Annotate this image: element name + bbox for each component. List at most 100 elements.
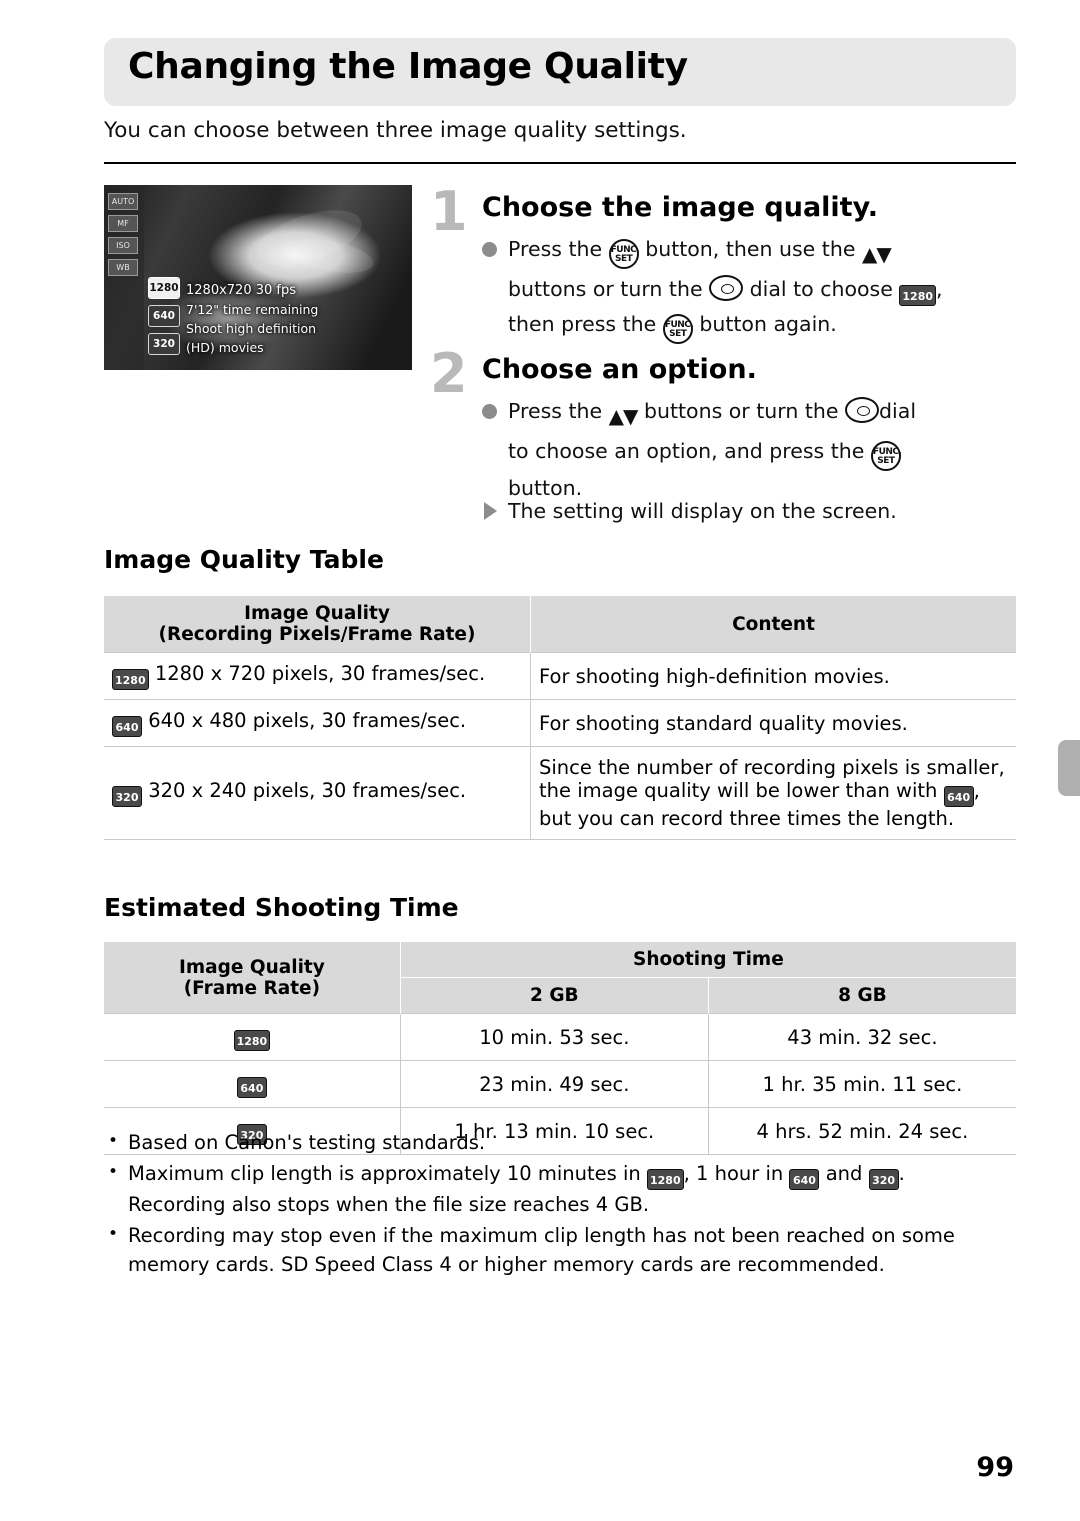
step-1-heading: Choose the image quality. [482,192,878,223]
side-icon-iso: ISO [108,237,138,254]
badge-640-icon: 640 [943,786,974,807]
badge-1280-icon: 1280 [647,1169,684,1190]
col-header-line1: Image Quality [244,603,390,624]
note-item: Recording may stop even if the maximum c… [104,1220,1024,1279]
quality-cell: 640 [104,1060,401,1108]
image-quality-table-heading: Image Quality Table [104,545,384,574]
up-down-buttons-icon: ▲▼ [861,242,892,266]
badge-640-icon: 640 [236,1077,267,1098]
quality-cell: 320 320 x 240 pixels, 30 frames/sec. [104,746,531,840]
screen-side-icons: AUTO MF ISO WB [108,193,140,276]
step-2-body: Press the ▲▼ buttons or turn the dial to… [508,394,1038,506]
col-shooting-time-header: Shooting Time [399,942,1016,978]
step-2-number: 2 [430,342,468,405]
control-dial-icon [845,397,880,423]
step2-text-2: buttons or turn the [643,399,839,423]
notes-list: Based on Canon's testing standards. Maxi… [104,1127,1024,1281]
table-row: 1280 10 min. 53 sec. 43 min. 32 sec. [104,1013,1016,1061]
side-icon-mf: MF [108,215,138,232]
shooting-time-heading: Estimated Shooting Time [104,893,459,922]
step1-text-3: buttons or turn the [508,277,703,301]
note-item: Based on Canon's testing standards. [104,1127,1024,1157]
note-item: Maximum clip length is approximately 10 … [104,1158,1024,1219]
control-dial-icon [709,275,744,301]
step2-text-1: Press the [508,399,603,423]
screen-quality-column: 1280 640 320 [148,277,180,355]
screen-badge-320-icon: 320 [148,333,180,355]
page-title: Changing the Image Quality [128,46,688,87]
badge-640-icon: 640 [112,716,142,737]
screen-osd-text: 1280x720 30 fps 7'12" time remaining Sho… [186,281,318,357]
osd-desc-1: Shoot high definition [186,321,317,336]
manual-page: Changing the Image Quality You can choos… [0,0,1080,1521]
time-8gb-cell: 43 min. 32 sec. [707,1013,1016,1061]
step1-text-7: button again. [699,312,837,336]
col-header-line2: (Recording Pixels/Frame Rate) [158,624,476,645]
step-2-result: The setting will display on the screen. [508,499,897,523]
quality-cell: 640 640 x 480 pixels, 30 frames/sec. [104,699,531,747]
col-content-header: Content [530,596,1016,653]
step1-text-5: , [936,277,943,301]
step-1-number: 1 [430,180,468,243]
page-tab-marker [1058,740,1080,796]
camera-screen-illustration: AUTO MF ISO WB 1280 640 320 1280x720 30 … [104,185,412,370]
note-text-d: . [898,1162,905,1185]
badge-640-icon: 640 [789,1169,820,1190]
func-set-button-icon: FUNC. SET [662,314,694,344]
header-divider [104,162,1016,164]
shooting-time-table: Image Quality (Frame Rate) Shooting Time… [104,942,1016,1155]
badge-320-icon: 320 [868,1169,899,1190]
quality-cell: 1280 [104,1013,401,1061]
step2-text-4: to choose an option, and press the [508,439,865,463]
col-header-line2: (Frame Rate) [183,977,321,999]
table-row: 320 320 x 240 pixels, 30 frames/sec. Sin… [104,746,1016,840]
screen-badge-640-icon: 640 [148,305,180,327]
table-row: 640 640 x 480 pixels, 30 frames/sec. For… [104,699,1016,747]
content-cell: For shooting standard quality movies. [530,699,1016,747]
col-image-quality-header: Image Quality (Recording Pixels/Frame Ra… [104,596,531,653]
note-text-b: , 1 hour in [683,1162,784,1185]
table-header-row: Image Quality (Frame Rate) Shooting Time [104,942,1016,1014]
osd-desc-2: (HD) movies [186,340,264,355]
badge-1280-icon: 1280 [233,1030,271,1051]
time-2gb-cell: 10 min. 53 sec. [399,1013,709,1061]
step-1-body: Press the FUNC. SET button, then use the … [508,232,1028,344]
step1-text-2: button, then use the [645,237,856,261]
col-2gb-header: 2 GB [399,977,709,1014]
step-1-bullet-icon [482,242,497,257]
osd-remaining: 7'12" time remaining [186,302,319,317]
time-8gb-cell: 1 hr. 35 min. 11 sec. [707,1060,1016,1108]
side-icon-wb: WB [108,259,138,276]
step1-text-4: dial to choose [749,277,893,301]
up-down-buttons-icon: ▲▼ [608,404,639,428]
table-row: 1280 1280 x 720 pixels, 30 frames/sec. F… [104,652,1016,700]
result-arrow-icon [484,502,497,520]
screen-badge-1280-icon: 1280 [148,277,180,299]
step-2-bullet-icon [482,404,497,419]
step1-text-1: Press the [508,237,603,261]
note-text-c: and [825,1162,863,1185]
step2-text-3: dial [879,399,917,423]
quality-spec: 320 x 240 pixels, 30 frames/sec. [148,779,467,802]
col-header-line1: Image Quality [178,956,325,978]
osd-resolution: 1280x720 30 fps [186,283,296,298]
quality-spec: 640 x 480 pixels, 30 frames/sec. [148,709,467,732]
time-2gb-cell: 23 min. 49 sec. [399,1060,709,1108]
intro-text: You can choose between three image quali… [104,118,687,143]
image-quality-table: Image Quality (Recording Pixels/Frame Ra… [104,596,1016,840]
content-cell: Since the number of recording pixels is … [530,746,1016,840]
content-cell: For shooting high-definition movies. [530,652,1016,700]
func-set-button-icon: FUNC. SET [608,239,640,269]
quality-spec: 1280 x 720 pixels, 30 frames/sec. [154,662,486,685]
table-row: 640 23 min. 49 sec. 1 hr. 35 min. 11 sec… [104,1060,1016,1108]
step1-text-6: then press the [508,312,657,336]
side-icon-auto: AUTO [108,193,138,210]
quality-cell: 1280 1280 x 720 pixels, 30 frames/sec. [104,652,531,700]
func-set-button-icon: FUNC. SET [870,441,902,471]
col-8gb-header: 8 GB [707,977,1016,1014]
page-number: 99 [976,1452,1014,1483]
note-text-e: Recording also stops when the file size … [128,1193,650,1216]
note-text-a: Maximum clip length is approximately 10 … [128,1162,641,1185]
step-2-heading: Choose an option. [482,354,757,385]
badge-1280-icon: 1280 [899,285,937,306]
